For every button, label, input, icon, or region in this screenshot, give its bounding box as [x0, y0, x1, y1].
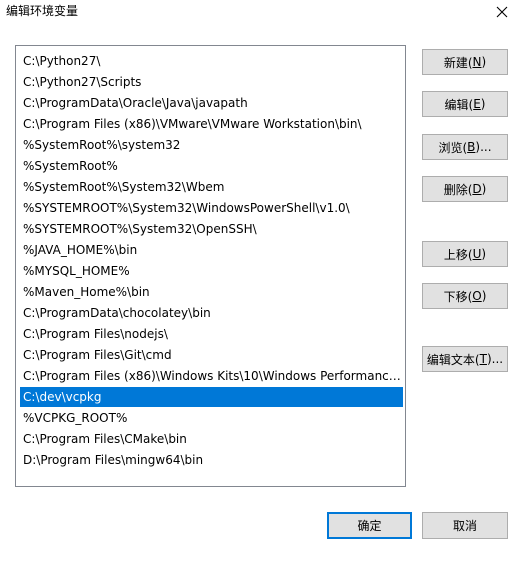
path-list-item[interactable]: %SYSTEMROOT%\System32\OpenSSH\ — [20, 219, 403, 239]
edit-environment-variable-dialog: 编辑环境变量 C:\Python27\ C:\Python27\Scripts C:… — [0, 0, 522, 562]
path-list-item[interactable]: %SystemRoot% — [20, 156, 403, 176]
path-list-item[interactable]: %SystemRoot%\system32 — [20, 135, 403, 155]
path-list-item[interactable]: %JAVA_HOME%\bin — [20, 240, 403, 260]
path-list-item[interactable]: C:\Program Files (x86)\Windows Kits\10\W… — [20, 366, 403, 386]
path-list-item[interactable]: %SystemRoot%\System32\Wbem — [20, 177, 403, 197]
path-list-item[interactable]: %VCPKG_ROOT% — [20, 408, 403, 428]
path-list-item[interactable]: C:\Program Files\nodejs\ — [20, 324, 403, 344]
path-list-item[interactable]: C:\Program Files\Git\cmd — [20, 345, 403, 365]
path-list-item[interactable]: D:\Program Files\mingw64\bin — [20, 450, 403, 470]
close-icon — [496, 6, 508, 18]
path-list-item[interactable]: C:\Python27\Scripts — [20, 72, 403, 92]
delete-button[interactable]: 删除(D) — [422, 176, 508, 202]
path-list-item[interactable]: %SYSTEMROOT%\System32\WindowsPowerShell\… — [20, 198, 403, 218]
path-list-item[interactable]: C:\ProgramData\chocolatey\bin — [20, 303, 403, 323]
window-title: 编辑环境变量 — [6, 4, 79, 18]
path-list-item[interactable]: %MYSQL_HOME% — [20, 261, 403, 281]
path-list-item[interactable]: C:\dev\vcpkg — [20, 387, 403, 407]
path-list[interactable]: C:\Python27\ C:\Python27\Scripts C:\Progra… — [15, 45, 406, 487]
path-list-item[interactable]: C:\Python27\ — [20, 51, 403, 71]
title-bar: 编辑环境变量 — [0, 0, 522, 24]
path-list-item[interactable]: C:\Program Files (x86)\VMware\VMware Wor… — [20, 114, 403, 134]
close-button[interactable] — [482, 0, 522, 24]
new-button[interactable]: 新建(N) — [422, 49, 508, 75]
edit-text-button[interactable]: 编辑文本(T)... — [422, 346, 508, 372]
edit-button[interactable]: 编辑(E) — [422, 91, 508, 117]
cancel-button[interactable]: 取消 — [422, 512, 508, 539]
ok-button[interactable]: 确定 — [327, 512, 412, 539]
move-up-button[interactable]: 上移(U) — [422, 241, 508, 267]
move-down-button[interactable]: 下移(O) — [422, 283, 508, 309]
path-list-item[interactable]: %Maven_Home%\bin — [20, 282, 403, 302]
path-list-item[interactable]: C:\ProgramData\Oracle\Java\javapath — [20, 93, 403, 113]
browse-button[interactable]: 浏览(B)... — [422, 134, 508, 160]
path-list-item[interactable]: C:\Program Files\CMake\bin — [20, 429, 403, 449]
